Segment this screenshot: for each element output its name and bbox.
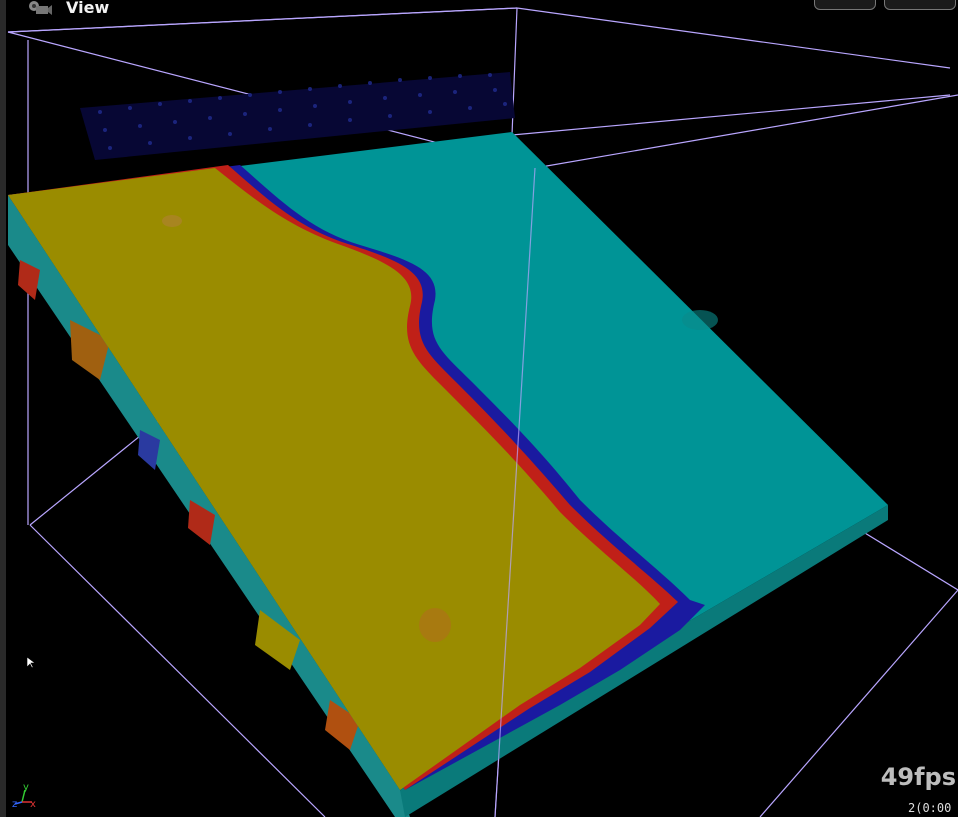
mouse-cursor-icon	[27, 657, 35, 669]
timecode: 2(0:00	[908, 801, 952, 815]
header-button-2[interactable]	[884, 0, 956, 10]
fps-counter: 49fps	[880, 763, 956, 791]
view-header: View	[0, 0, 958, 20]
3d-viewport[interactable]	[0, 0, 958, 817]
header-button-1[interactable]	[814, 0, 876, 10]
axis-y-label: y	[23, 782, 29, 793]
camera-icon[interactable]	[24, 0, 52, 18]
view-title: View	[66, 0, 110, 17]
axis-x-label: x	[30, 799, 36, 810]
axis-z-label: z	[12, 799, 17, 810]
axis-triad: y z x	[12, 782, 36, 810]
